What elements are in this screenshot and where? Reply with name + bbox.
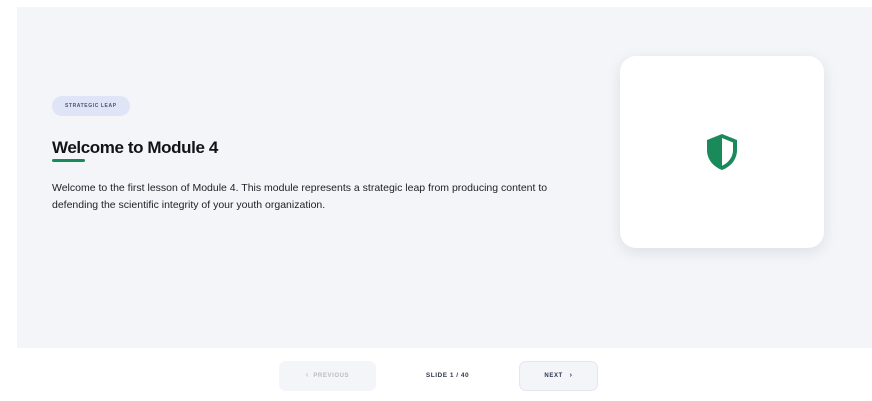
- lesson-page: STRATEGIC LEAP Welcome to Module 4 Welco…: [0, 0, 872, 401]
- chevron-left-icon: ‹: [305, 372, 309, 379]
- previous-button[interactable]: ‹ PREVIOUS: [279, 361, 376, 391]
- section-tag: STRATEGIC LEAP: [52, 96, 130, 116]
- previous-button-label: PREVIOUS: [313, 373, 350, 379]
- shield-icon: [707, 134, 737, 170]
- slide-body-text: Welcome to the first lesson of Module 4.…: [52, 182, 548, 211]
- next-button-label: NEXT: [544, 373, 563, 379]
- slide-content: STRATEGIC LEAP Welcome to Module 4 Welco…: [17, 7, 872, 348]
- next-button[interactable]: NEXT ›: [519, 361, 598, 391]
- slide-title: Welcome to Module 4: [52, 138, 218, 157]
- chevron-right-icon: ›: [569, 372, 573, 379]
- title-underline: [52, 159, 85, 162]
- slide-navigation: ‹ PREVIOUS SLIDE 1 / 40 NEXT ›: [0, 348, 872, 401]
- illustration-card: [620, 56, 824, 248]
- slide-counter: SLIDE 1 / 40: [425, 372, 470, 379]
